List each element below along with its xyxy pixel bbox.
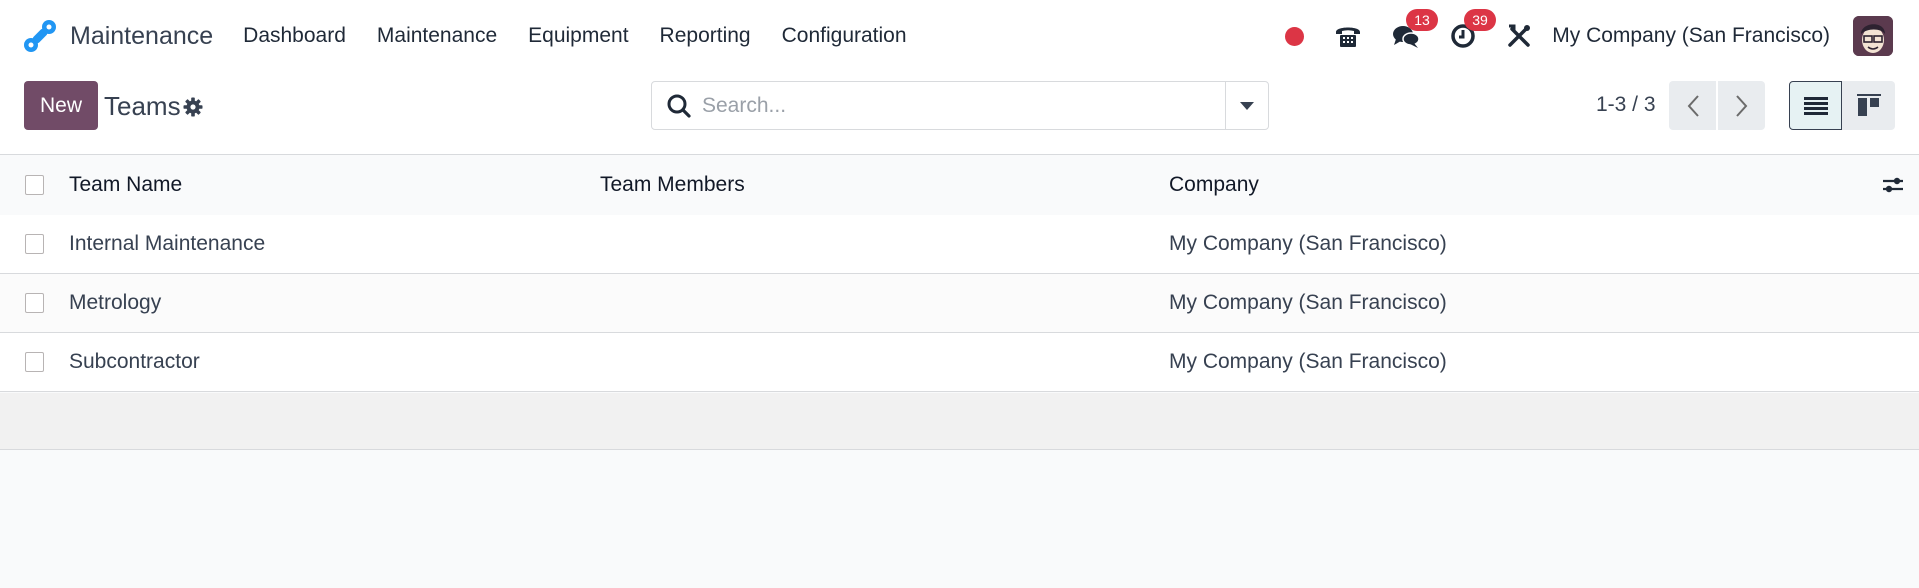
pager-buttons (1669, 81, 1765, 130)
list-view-button[interactable] (1789, 81, 1842, 130)
debug-tools-button[interactable] (1506, 23, 1532, 49)
page-title: Teams (104, 91, 181, 121)
gear-icon[interactable] (183, 97, 203, 117)
table-row[interactable]: Subcontractor My Company (San Francisco) (0, 333, 1919, 392)
pager-next-button[interactable] (1718, 81, 1765, 130)
navbar: Maintenance Dashboard Maintenance Equipm… (0, 0, 1919, 72)
avatar-face-icon (1853, 16, 1893, 56)
pager-value[interactable]: 1-3 / 3 (1596, 93, 1656, 117)
tools-icon (1508, 24, 1531, 47)
activities-button[interactable]: 39 (1450, 9, 1496, 49)
company-cell: My Company (San Francisco) (1169, 350, 1447, 373)
company-cell: My Company (San Francisco) (1169, 291, 1447, 314)
search-bar (651, 81, 1269, 130)
menu-reporting[interactable]: Reporting (660, 24, 751, 48)
messages-count-badge: 13 (1406, 9, 1438, 31)
search-options-toggle[interactable] (1225, 82, 1268, 129)
row-checkbox[interactable] (25, 352, 44, 372)
menu-dashboard[interactable]: Dashboard (243, 24, 346, 48)
app-name: Maintenance (70, 21, 214, 50)
user-avatar[interactable] (1853, 16, 1893, 56)
optional-columns-icon[interactable] (1881, 173, 1905, 197)
main-menu: Dashboard Maintenance Equipment Reportin… (243, 24, 937, 48)
app-brand[interactable]: Maintenance (22, 18, 243, 54)
table-row[interactable]: Internal Maintenance My Company (San Fra… (0, 215, 1919, 274)
phone-button[interactable] (1334, 23, 1362, 49)
table-footer (0, 393, 1919, 450)
list-view-icon (1803, 96, 1828, 115)
table-row[interactable]: Metrology My Company (San Francisco) (0, 274, 1919, 333)
teams-list: Team Name Team Members Company Internal … (0, 155, 1919, 392)
company-switcher[interactable]: My Company (San Francisco) (1552, 24, 1830, 48)
team-name-cell: Subcontractor (69, 350, 200, 373)
row-checkbox[interactable] (25, 293, 44, 313)
view-switcher (1789, 81, 1895, 130)
systray: 13 39 My Company (San Francisco) (1255, 0, 1893, 72)
menu-equipment[interactable]: Equipment (528, 24, 628, 48)
maintenance-logo-icon (24, 20, 56, 52)
row-checkbox[interactable] (25, 234, 44, 254)
phone-icon (1336, 27, 1361, 47)
search-icon (667, 94, 691, 118)
control-panel: New Teams 1-3 / 3 (0, 72, 1919, 155)
chevron-left-icon (1687, 94, 1699, 117)
select-all-checkbox[interactable] (25, 175, 44, 195)
company-cell: My Company (San Francisco) (1169, 232, 1447, 255)
recording-button[interactable] (1285, 26, 1305, 46)
table-header: Team Name Team Members Company (0, 155, 1919, 215)
pager-previous-button[interactable] (1669, 81, 1716, 130)
team-name-cell: Internal Maintenance (69, 232, 266, 255)
activities-count-badge: 39 (1464, 9, 1496, 31)
menu-configuration[interactable]: Configuration (782, 24, 907, 48)
caret-down-icon (1240, 101, 1254, 110)
search-input[interactable] (702, 93, 1202, 118)
menu-maintenance[interactable]: Maintenance (377, 24, 497, 48)
new-button[interactable]: New (24, 81, 98, 130)
kanban-view-button[interactable] (1842, 81, 1895, 130)
messages-button[interactable]: 13 (1392, 9, 1438, 49)
column-header-company[interactable]: Company (1169, 173, 1259, 197)
column-header-team-members[interactable]: Team Members (600, 173, 745, 197)
chevron-right-icon (1735, 94, 1747, 117)
team-name-cell: Metrology (69, 291, 162, 314)
kanban-view-icon (1856, 93, 1881, 116)
column-header-team-name[interactable]: Team Name (69, 173, 182, 197)
record-dot-icon (1285, 26, 1305, 46)
